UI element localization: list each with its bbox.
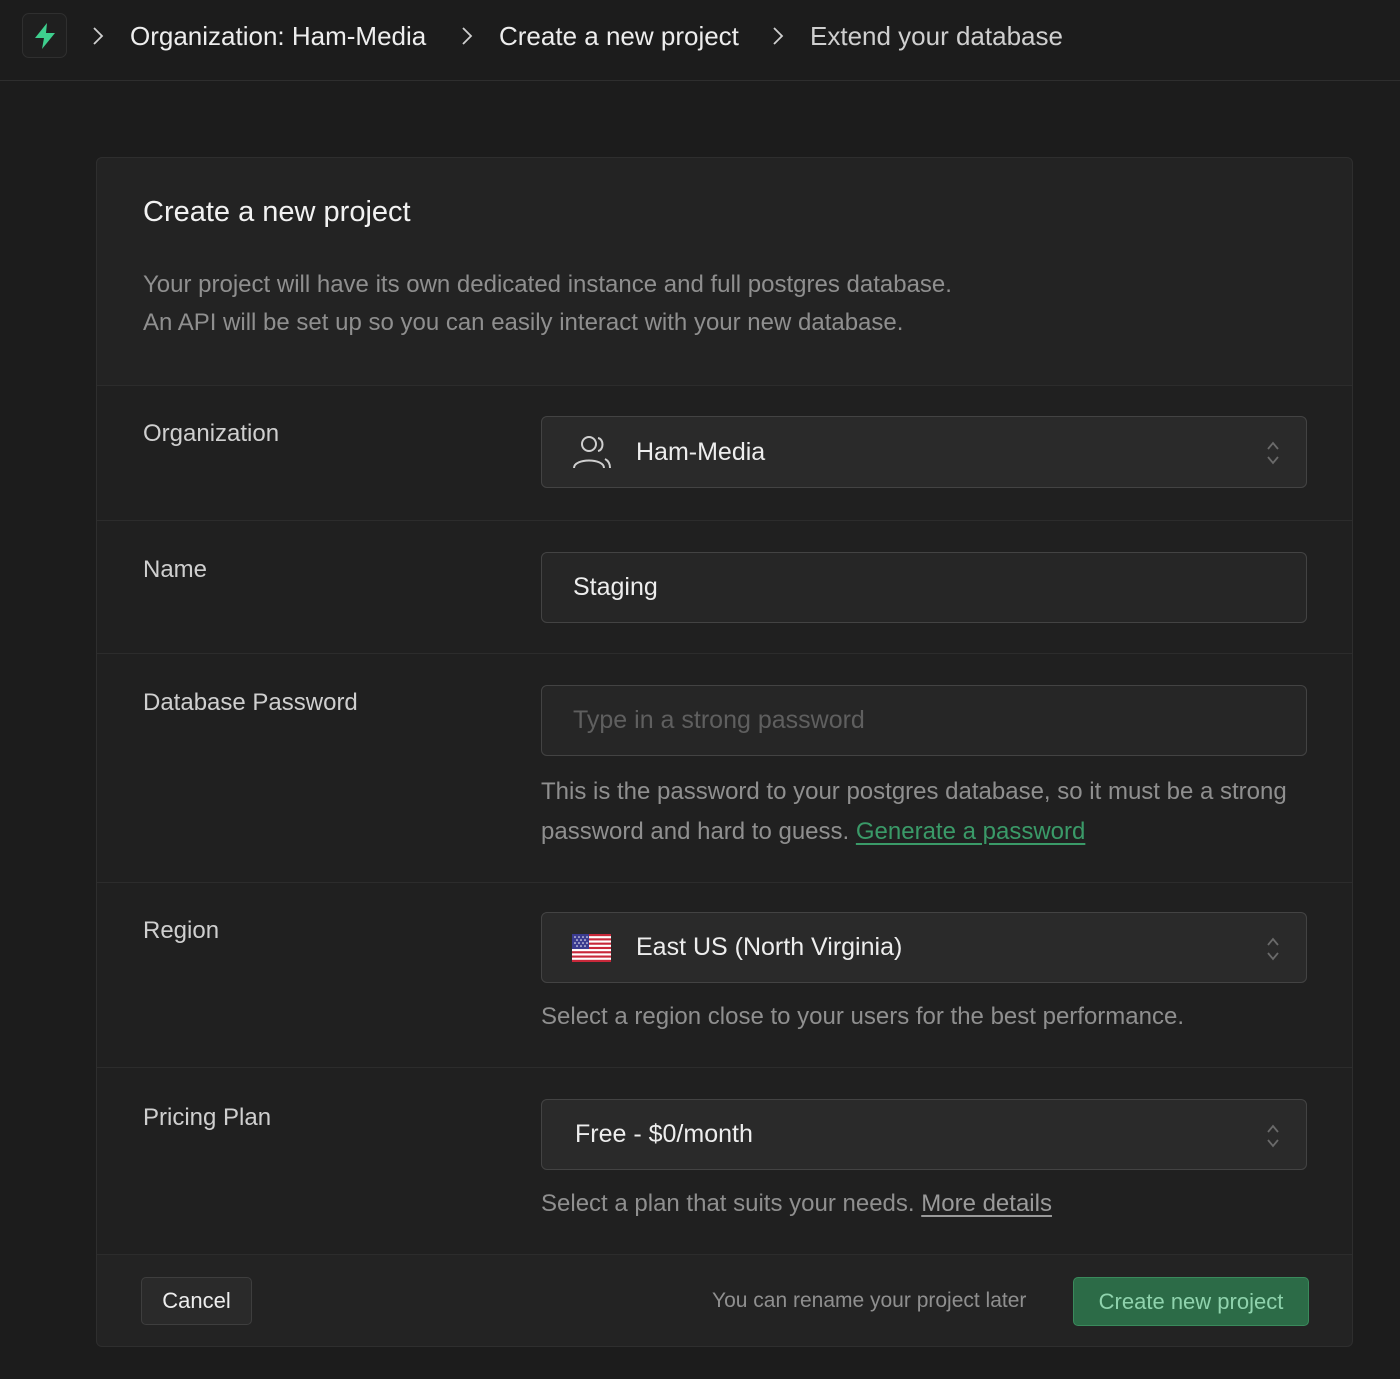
rename-note: You can rename your project later (712, 1289, 1027, 1312)
chevron-up-down-icon (1267, 441, 1279, 465)
password-section: Database Password Type in a strong passw… (97, 654, 1352, 882)
organization-value: Ham-Media (636, 437, 766, 466)
chevron-up-down-icon (1267, 1124, 1279, 1148)
name-label: Name (143, 556, 208, 583)
top-bar: Organization: Ham-Media Create a new pro… (0, 0, 1400, 81)
bolt-icon (34, 22, 55, 49)
organization-select[interactable]: Ham-Media (541, 416, 1307, 488)
generate-password-link[interactable]: Generate a password (856, 818, 1085, 845)
plan-select[interactable]: Free - $0/month (541, 1099, 1307, 1170)
region-value: East US (North Virginia) (636, 933, 903, 961)
name-section: Name Staging (97, 521, 1352, 653)
password-help: This is the password to your postgres da… (541, 772, 1301, 852)
name-value: Staging (573, 573, 658, 601)
create-project-button[interactable]: Create new project (1073, 1277, 1309, 1326)
home-logo-button[interactable] (22, 13, 67, 58)
page-title: Create a new project (143, 196, 411, 228)
description-line: Your project will have its own dedicated… (143, 271, 952, 298)
divider (97, 1254, 1352, 1255)
region-help: Select a region close to your users for … (541, 1003, 1184, 1030)
plan-label: Pricing Plan (143, 1104, 272, 1131)
breadcrumb-extend-database: Extend your database (810, 21, 1063, 51)
organization-section: Organization Ham-Media (97, 386, 1352, 520)
password-input[interactable]: Type in a strong password (541, 685, 1307, 756)
region-label: Region (143, 917, 220, 944)
plan-section: Pricing Plan Free - $0/month Select a pl… (97, 1068, 1352, 1254)
users-icon (573, 436, 611, 469)
region-section: Region East US (North Virginia) Select a… (97, 883, 1352, 1067)
us-flag-icon (572, 933, 611, 962)
name-input[interactable]: Staging (541, 552, 1307, 623)
region-select[interactable]: East US (North Virginia) (541, 912, 1307, 983)
card-description: Your project will have its own dedicated… (143, 266, 1243, 342)
chevron-right-icon (773, 27, 784, 45)
plan-value: Free - $0/month (575, 1120, 753, 1148)
breadcrumb-organization[interactable]: Organization: Ham-Media (130, 20, 426, 52)
chevron-right-icon (462, 27, 473, 45)
plan-help-text: Select a plan that suits your needs. (541, 1190, 915, 1217)
chevron-right-icon (93, 27, 104, 45)
more-details-link[interactable]: More details (921, 1190, 1052, 1217)
breadcrumb-create-project[interactable]: Create a new project (499, 20, 739, 52)
password-label: Database Password (143, 689, 358, 716)
cancel-button[interactable]: Cancel (141, 1277, 252, 1325)
password-placeholder: Type in a strong password (573, 706, 865, 734)
plan-help: Select a plan that suits your needs. Mor… (541, 1184, 1301, 1224)
chevron-up-down-icon (1267, 937, 1279, 961)
description-line: An API will be set up so you can easily … (143, 309, 904, 336)
organization-label: Organization (143, 420, 280, 447)
create-project-card: Create a new project Your project will h… (96, 157, 1353, 1347)
